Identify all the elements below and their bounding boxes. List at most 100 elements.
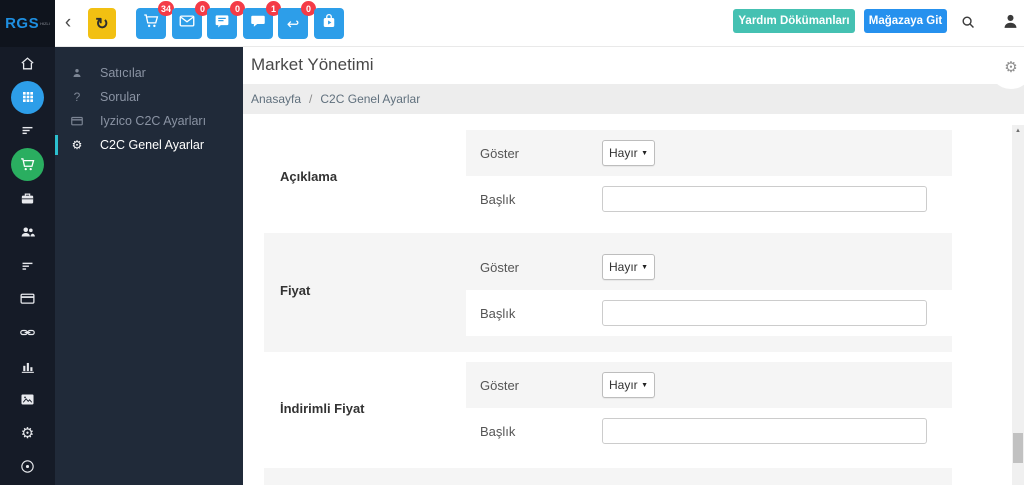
users-icon bbox=[19, 223, 37, 241]
return-arrow-icon: ↩ bbox=[286, 15, 300, 33]
goster-select[interactable]: Hayır ▼ bbox=[602, 372, 655, 398]
scrollbar-up-arrow[interactable]: ▲ bbox=[1012, 125, 1024, 137]
sidebar-collapse-button[interactable]: ‹ bbox=[59, 11, 77, 35]
section-label: Açıklama bbox=[280, 168, 338, 184]
rail-item-market[interactable] bbox=[0, 148, 55, 182]
baslik-input[interactable] bbox=[602, 418, 927, 444]
gear-icon: ⚙ bbox=[1004, 59, 1018, 76]
section-label: İndirimli Fiyat bbox=[280, 400, 365, 416]
submenu-item-label: Sorular bbox=[100, 90, 141, 104]
gear-icon: ⚙ bbox=[71, 138, 83, 152]
grid-icon bbox=[11, 80, 44, 114]
submenu-item-label: Iyzico C2C Ayarları bbox=[100, 114, 207, 128]
rail-item-media[interactable] bbox=[0, 383, 55, 417]
rail-item-integrations[interactable] bbox=[0, 316, 55, 350]
cart-icon bbox=[11, 148, 44, 182]
chat-bubble-icon bbox=[249, 12, 267, 35]
field-row-goster: Göster Hayır ▼ bbox=[466, 362, 952, 408]
returns-button[interactable]: ↩ 0 bbox=[278, 1, 316, 39]
main-area: Market Yönetimi ⚙ Anasayfa / C2C Genel A… bbox=[243, 45, 1024, 485]
form-section-aciklama: Açıklama Göster Hayır ▼ Başlık bbox=[264, 130, 952, 222]
breadcrumb-current: C2C Genel Ayarlar bbox=[320, 92, 421, 106]
image-icon bbox=[19, 391, 36, 408]
submenu-item-iyzico-c2c-ayarlari[interactable]: Iyzico C2C Ayarları bbox=[55, 109, 243, 133]
credit-card-icon bbox=[19, 290, 36, 307]
refresh-icon: ↻ bbox=[95, 15, 109, 33]
form-section-fiyat: Fiyat Göster Hayır ▼ Başlık bbox=[264, 233, 952, 352]
form-section-next-partial bbox=[264, 468, 952, 485]
breadcrumb: Anasayfa / C2C Genel Ayarlar bbox=[243, 84, 1024, 114]
rail-item-products[interactable] bbox=[0, 181, 55, 215]
field-row-goster: Göster Hayır ▼ bbox=[466, 244, 952, 290]
page-title: Market Yönetimi bbox=[251, 55, 374, 74]
comments-button[interactable]: 0 bbox=[207, 1, 245, 39]
rail-item-status[interactable] bbox=[0, 450, 55, 484]
go-to-store-button[interactable]: Mağazaya Git bbox=[864, 9, 947, 33]
refresh-button[interactable]: ↻ bbox=[88, 8, 116, 39]
rail-item-home[interactable] bbox=[0, 47, 55, 81]
rail-item-settings[interactable]: ⚙ bbox=[0, 417, 55, 451]
form-content: Açıklama Göster Hayır ▼ Başlık Fiyat Gös… bbox=[243, 114, 1024, 485]
goster-select[interactable]: Hayır ▼ bbox=[602, 140, 655, 166]
submenu-item-c2c-genel-ayarlar[interactable]: ⚙ C2C Genel Ayarlar bbox=[55, 133, 243, 157]
baslik-input[interactable] bbox=[602, 186, 927, 212]
submenu-item-label: Satıcılar bbox=[100, 66, 146, 80]
scrollbar-thumb[interactable] bbox=[1013, 433, 1023, 463]
top-bar: ‹ ↻ 34 0 0 1 ↩ 0 Yardım Dökümanları Mağa… bbox=[55, 0, 1024, 47]
search-button[interactable] bbox=[960, 14, 977, 36]
field-row-goster: Göster Hayır ▼ bbox=[466, 130, 952, 176]
mail-button[interactable]: 0 bbox=[172, 1, 210, 39]
help-docs-button[interactable]: Yardım Dökümanları bbox=[733, 9, 855, 33]
user-menu-button[interactable] bbox=[1001, 12, 1020, 36]
app-logo[interactable]: RGS HIZLI bbox=[0, 0, 55, 47]
search-icon bbox=[960, 16, 977, 35]
rail-item-payments[interactable] bbox=[0, 282, 55, 316]
select-value: Hayır bbox=[609, 378, 638, 392]
store-orders-button[interactable] bbox=[314, 8, 344, 39]
goster-select[interactable]: Hayır ▼ bbox=[602, 254, 655, 280]
submenu-item-label: C2C Genel Ayarlar bbox=[100, 138, 204, 152]
field-label: Göster bbox=[480, 145, 520, 161]
baslik-input[interactable] bbox=[602, 300, 927, 326]
cart-button[interactable]: 34 bbox=[136, 1, 174, 39]
submenu-item-sorular[interactable]: ? Sorular bbox=[55, 85, 243, 109]
rail-item-lists[interactable] bbox=[0, 114, 55, 148]
field-label: Göster bbox=[480, 259, 520, 275]
content-scrollbar[interactable]: ▲ bbox=[1012, 125, 1024, 485]
field-label: Başlık bbox=[480, 423, 516, 439]
breadcrumb-separator: / bbox=[309, 92, 313, 106]
gear-icon: ⚙ bbox=[20, 424, 35, 442]
rail-item-customers[interactable] bbox=[0, 215, 55, 249]
caret-down-icon: ▼ bbox=[641, 381, 648, 389]
field-row-baslik: Başlık bbox=[466, 408, 952, 454]
rail-item-apps[interactable] bbox=[0, 80, 55, 115]
person-icon bbox=[69, 67, 85, 79]
credit-card-icon bbox=[69, 114, 85, 128]
bar-chart-icon bbox=[19, 358, 36, 375]
breadcrumb-home-link[interactable]: Anasayfa bbox=[251, 92, 301, 106]
logo-suffix: HIZLI bbox=[40, 21, 50, 26]
chat-button[interactable]: 1 bbox=[243, 1, 281, 39]
mail-icon bbox=[178, 12, 196, 35]
link-icon bbox=[19, 324, 36, 341]
field-row-baslik: Başlık bbox=[466, 290, 952, 336]
field-label: Başlık bbox=[480, 305, 516, 321]
rail-item-orders[interactable] bbox=[0, 249, 55, 283]
field-label: Göster bbox=[480, 377, 520, 393]
submenu-panel: Satıcılar ? Sorular Iyzico C2C Ayarları … bbox=[55, 47, 243, 485]
page-settings-button[interactable]: ⚙ bbox=[989, 45, 1024, 89]
submenu-item-saticilar[interactable]: Satıcılar bbox=[55, 61, 243, 85]
cart-icon bbox=[142, 12, 160, 35]
rail-item-reports[interactable] bbox=[0, 349, 55, 383]
comment-square-icon bbox=[213, 12, 231, 35]
caret-down-icon: ▼ bbox=[641, 149, 648, 157]
select-value: Hayır bbox=[609, 260, 638, 274]
bag-play-icon bbox=[320, 12, 338, 35]
logo-text: RGS bbox=[5, 15, 40, 32]
select-value: Hayır bbox=[609, 146, 638, 160]
form-section-indirimli-fiyat: İndirimli Fiyat Göster Hayır ▼ Başlık bbox=[264, 362, 952, 454]
user-icon bbox=[1001, 14, 1020, 35]
field-label: Başlık bbox=[480, 191, 516, 207]
icon-rail: RGS HIZLI ⚙ bbox=[0, 0, 55, 485]
circle-dot-icon bbox=[19, 458, 36, 475]
